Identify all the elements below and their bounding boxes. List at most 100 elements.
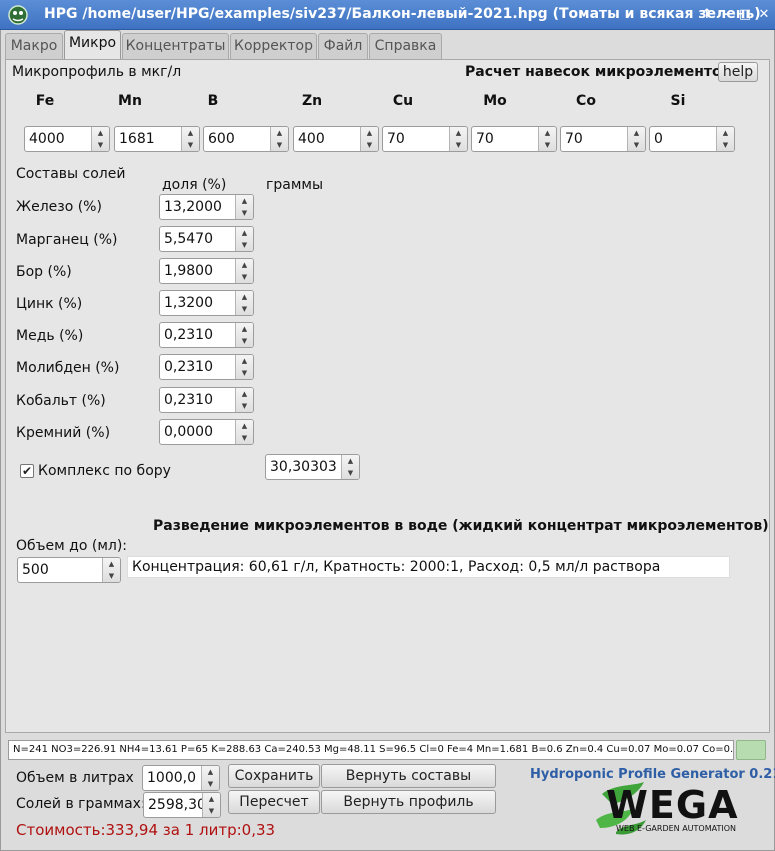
salts-grams-stepper[interactable]: ▲ ▼: [202, 793, 220, 817]
element-header-b: B: [207, 93, 219, 109]
mn-spinbox[interactable]: 1681 ▲ ▼: [114, 126, 200, 152]
cost-label: Стоимость:333,94 за 1 литр:0,33: [16, 821, 276, 839]
restore-profile-button[interactable]: Вернуть профиль: [321, 790, 496, 814]
salt-manganese-value[interactable]: 5,5470: [160, 227, 235, 251]
co-stepper[interactable]: ▲ ▼: [627, 127, 645, 151]
salt-copper-spinbox[interactable]: 0,2310 ▲ ▼: [159, 322, 254, 348]
co-spinbox[interactable]: 70 ▲ ▼: [560, 126, 646, 152]
volume-to-spinbox[interactable]: 500 ▲ ▼: [17, 557, 121, 583]
tab-file[interactable]: Файл: [318, 33, 368, 59]
help-button[interactable]: help: [718, 62, 758, 82]
mo-stepper[interactable]: ▲ ▼: [538, 127, 556, 151]
salt-silicon-stepper[interactable]: ▲ ▼: [235, 420, 253, 444]
close-button[interactable]: ✕: [756, 7, 772, 23]
element-header-mn: Mn: [118, 93, 142, 109]
b-spinbox[interactable]: 600 ▲ ▼: [203, 126, 289, 152]
salt-cobalt-value[interactable]: 0,2310: [160, 388, 235, 412]
salt-copper-stepper[interactable]: ▲ ▼: [235, 323, 253, 347]
salt-iron-spinbox[interactable]: 13,2000 ▲ ▼: [159, 194, 254, 220]
app-icon: [6, 4, 30, 26]
si-value[interactable]: 0: [650, 127, 716, 151]
calc-title: Расчет навесок микроэлементов: [465, 64, 731, 80]
zn-value[interactable]: 400: [294, 127, 360, 151]
si-spinbox[interactable]: 0 ▲ ▼: [649, 126, 735, 152]
recalc-button[interactable]: Пересчет: [228, 790, 320, 814]
boron-complex-value[interactable]: 30,30303: [266, 455, 341, 479]
salt-boron-spinbox[interactable]: 1,9800 ▲ ▼: [159, 258, 254, 284]
cu-spinbox[interactable]: 70 ▲ ▼: [382, 126, 468, 152]
zn-stepper[interactable]: ▲ ▼: [360, 127, 378, 151]
volume-liters-spinbox[interactable]: 1000,0 ▲ ▼: [142, 765, 220, 791]
mo-spinbox[interactable]: 70 ▲ ▼: [471, 126, 557, 152]
share-label: доля (%): [162, 177, 227, 193]
cu-stepper[interactable]: ▲ ▼: [449, 127, 467, 151]
svg-text:WEB E-GARDEN AUTOMATION: WEB E-GARDEN AUTOMATION: [616, 824, 736, 833]
salt-cobalt-spinbox[interactable]: 0,2310 ▲ ▼: [159, 387, 254, 413]
maximize-button[interactable]: □: [737, 7, 753, 23]
keep-above-button[interactable]: ↑: [699, 7, 715, 23]
salt-label-copper: Медь (%): [16, 328, 84, 344]
boron-complex-spinbox[interactable]: 30,30303 ▲ ▼: [265, 454, 360, 480]
salt-molybdenum-stepper[interactable]: ▲ ▼: [235, 355, 253, 379]
status-indicator[interactable]: [736, 740, 766, 760]
salt-iron-stepper[interactable]: ▲ ▼: [235, 195, 253, 219]
tab-micro[interactable]: Микро: [64, 30, 121, 60]
salt-iron-value[interactable]: 13,2000: [160, 195, 235, 219]
salt-label-cobalt: Кобальт (%): [16, 393, 106, 409]
element-header-mo: Mo: [483, 93, 507, 109]
volume-liters-value[interactable]: 1000,0: [143, 766, 201, 790]
fe-stepper[interactable]: ▲ ▼: [91, 127, 109, 151]
window-title: HPG /home/user/HPG/examples/siv237/Балко…: [44, 6, 761, 22]
salts-grams-spinbox[interactable]: 2598,30 ▲ ▼: [143, 792, 221, 818]
volume-to-value[interactable]: 500: [18, 558, 102, 582]
salt-silicon-value[interactable]: 0,0000: [160, 420, 235, 444]
salt-boron-stepper[interactable]: ▲ ▼: [235, 259, 253, 283]
salt-silicon-spinbox[interactable]: 0,0000 ▲ ▼: [159, 419, 254, 445]
tab-help[interactable]: Справка: [369, 33, 442, 59]
tab-corrector[interactable]: Корректор: [230, 33, 317, 59]
zn-spinbox[interactable]: 400 ▲ ▼: [293, 126, 379, 152]
co-value[interactable]: 70: [561, 127, 627, 151]
salt-boron-value[interactable]: 1,9800: [160, 259, 235, 283]
save-button[interactable]: Сохранить: [228, 764, 320, 788]
mn-stepper[interactable]: ▲ ▼: [181, 127, 199, 151]
grams-label: граммы: [266, 177, 323, 193]
mo-value[interactable]: 70: [472, 127, 538, 151]
volume-liters-stepper[interactable]: ▲ ▼: [201, 766, 219, 790]
salt-zinc-stepper[interactable]: ▲ ▼: [235, 291, 253, 315]
fe-spinbox[interactable]: 4000 ▲ ▼: [24, 126, 110, 152]
micro-profile-label: Микропрофиль в мкг/л: [12, 64, 182, 80]
salts-grams-value[interactable]: 2598,30: [144, 793, 202, 817]
tab-macro[interactable]: Макро: [5, 33, 63, 59]
salt-molybdenum-spinbox[interactable]: 0,2310 ▲ ▼: [159, 354, 254, 380]
salt-copper-value[interactable]: 0,2310: [160, 323, 235, 347]
b-value[interactable]: 600: [204, 127, 270, 151]
salt-label-molybdenum: Молибден (%): [16, 360, 120, 376]
volume-to-stepper[interactable]: ▲ ▼: [102, 558, 120, 582]
wega-logo: WEGA WEB E-GARDEN AUTOMATION: [594, 780, 764, 836]
salt-molybdenum-value[interactable]: 0,2310: [160, 355, 235, 379]
fe-value[interactable]: 4000: [25, 127, 91, 151]
si-stepper[interactable]: ▲ ▼: [716, 127, 734, 151]
minimize-button[interactable]: –: [718, 7, 734, 23]
boron-complex-checkbox[interactable]: ✔: [20, 464, 34, 478]
salt-manganese-stepper[interactable]: ▲ ▼: [235, 227, 253, 251]
salt-cobalt-stepper[interactable]: ▲ ▼: [235, 388, 253, 412]
restore-compositions-button[interactable]: Вернуть составы: [321, 764, 496, 788]
mn-value[interactable]: 1681: [115, 127, 181, 151]
tab-concentrates[interactable]: Концентраты: [122, 33, 229, 59]
salt-zinc-spinbox[interactable]: 1,3200 ▲ ▼: [159, 290, 254, 316]
boron-complex-stepper[interactable]: ▲ ▼: [341, 455, 359, 479]
title-bar: HPG /home/user/HPG/examples/siv237/Балко…: [0, 0, 775, 30]
concentration-result: Концентрация: 60,61 г/л, Кратность: 2000…: [127, 556, 730, 578]
cu-value[interactable]: 70: [383, 127, 449, 151]
boron-complex-label: Комплекс по бору: [38, 463, 171, 479]
volume-liters-label: Объем в литрах: [16, 770, 134, 786]
salt-label-silicon: Кремний (%): [16, 425, 111, 441]
salts-grams-label: Солей в граммах:: [16, 796, 146, 812]
b-stepper[interactable]: ▲ ▼: [270, 127, 288, 151]
volume-to-label: Объем до (мл):: [16, 538, 128, 554]
salt-manganese-spinbox[interactable]: 5,5470 ▲ ▼: [159, 226, 254, 252]
svg-text:WEGA: WEGA: [606, 783, 738, 827]
salt-zinc-value[interactable]: 1,3200: [160, 291, 235, 315]
